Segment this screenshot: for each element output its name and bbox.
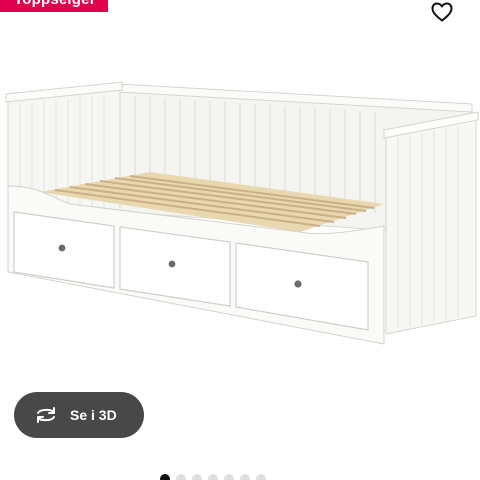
carousel-dot[interactable]	[224, 474, 234, 480]
carousel-dot[interactable]	[160, 474, 170, 480]
carousel-dot[interactable]	[192, 474, 202, 480]
favorite-button[interactable]	[428, 0, 456, 24]
carousel-dot[interactable]	[240, 474, 250, 480]
toppselger-badge: Toppselger	[0, 0, 108, 12]
daybed-product-image	[5, 81, 479, 345]
rotate-3d-icon	[37, 407, 55, 423]
carousel-pagination	[160, 474, 266, 480]
carousel-dot[interactable]	[256, 474, 266, 480]
carousel-dot[interactable]	[176, 474, 186, 480]
view-in-3d-button[interactable]: Se i 3D	[14, 392, 144, 438]
carousel-dot[interactable]	[208, 474, 218, 480]
view-in-3d-label: Se i 3D	[70, 407, 117, 423]
heart-icon	[431, 2, 453, 22]
